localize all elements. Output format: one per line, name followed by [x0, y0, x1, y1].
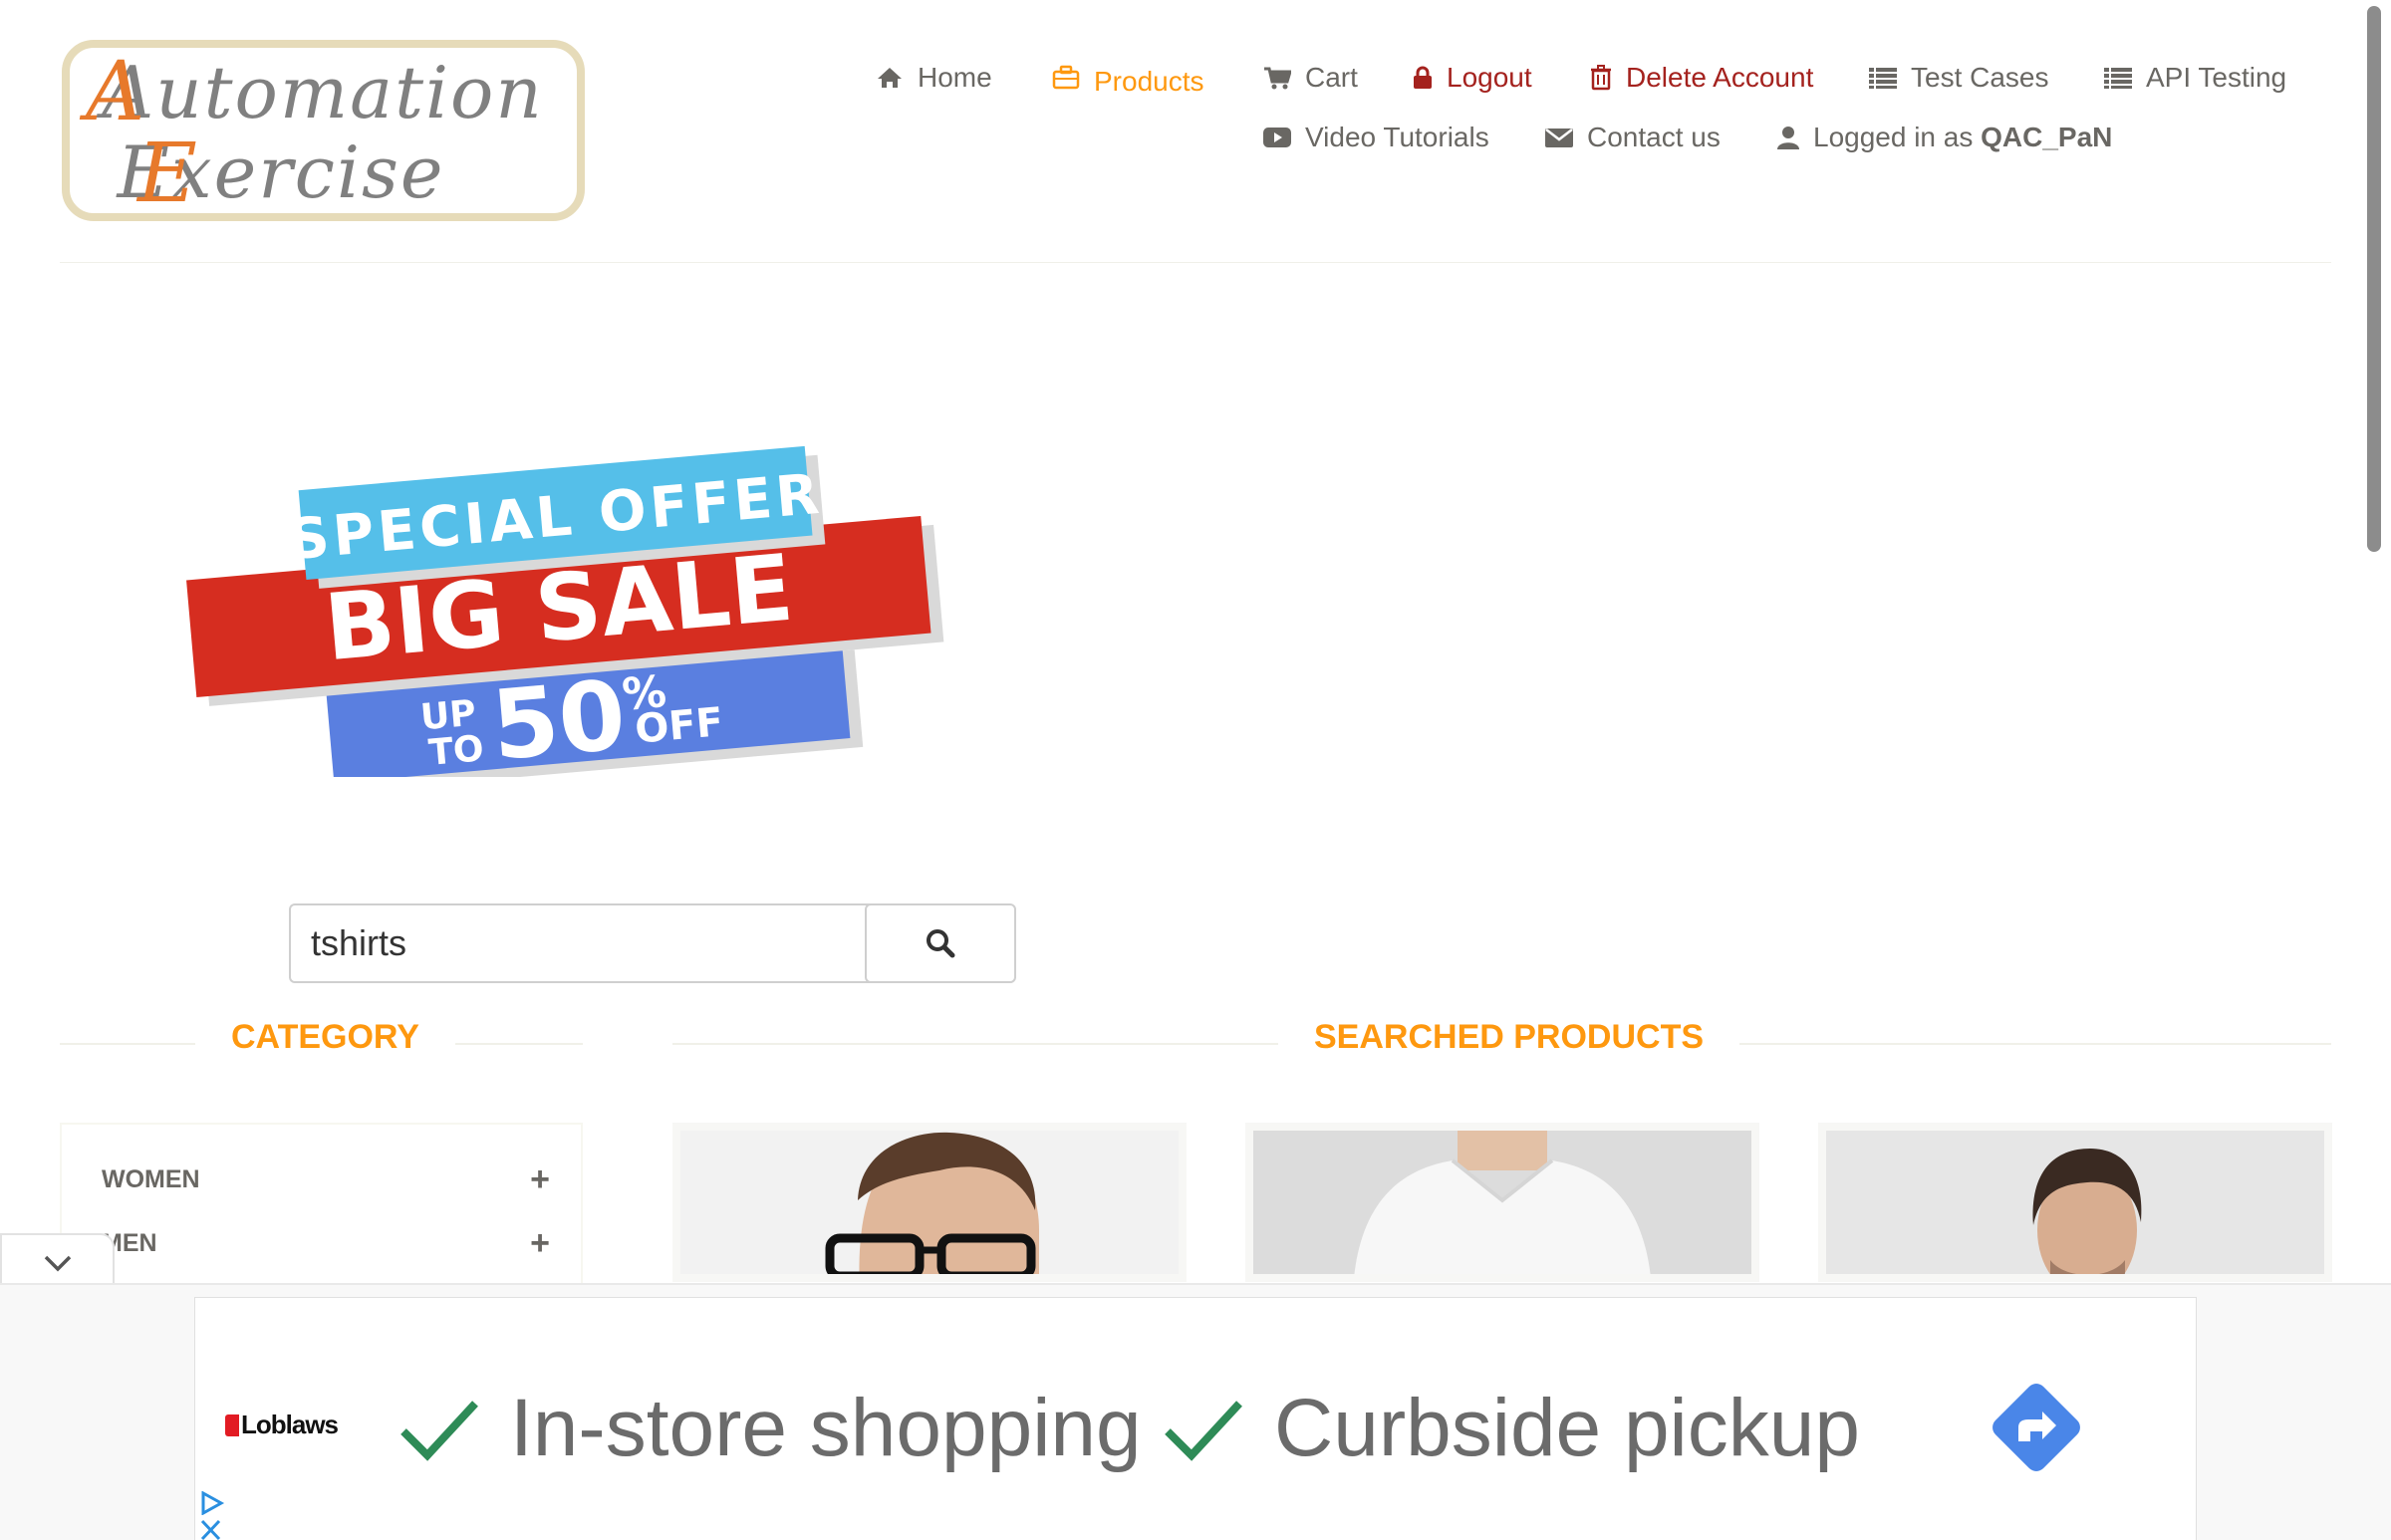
product-card[interactable]: [1245, 1123, 1759, 1282]
directions-arrow-icon[interactable]: [1989, 1380, 2084, 1475]
youtube-icon: [1263, 128, 1291, 147]
check-icon: [400, 1401, 478, 1461]
logged-in-prefix: Logged in as: [1813, 122, 1974, 152]
header-divider: [60, 262, 2331, 263]
product-card[interactable]: [672, 1123, 1187, 1282]
logged-in-username: QAC_PaN: [1981, 122, 2113, 152]
check-icon: [1165, 1401, 1242, 1461]
nav-test-cases[interactable]: Test Cases: [1869, 62, 2049, 94]
nav-cart-label: Cart: [1305, 62, 1358, 93]
briefcase-icon: [1052, 65, 1080, 90]
trash-icon: [1591, 65, 1611, 91]
plus-icon[interactable]: +: [530, 1224, 550, 1263]
nav-contact-us[interactable]: Contact us: [1545, 122, 1721, 153]
lock-icon: [1414, 66, 1432, 89]
nav-api-testing[interactable]: API Testing: [2104, 62, 2286, 94]
sale-banner: SPECIAL OFFER BIG SALE UP TO 50 % OFF: [186, 445, 944, 777]
nav-products[interactable]: Products: [1052, 62, 1204, 97]
nav-cart[interactable]: Cart: [1263, 62, 1358, 94]
search-button[interactable]: [865, 903, 1016, 983]
logo-line1: Automation: [96, 51, 544, 134]
product-image: [1253, 1131, 1751, 1274]
category-title: CATEGORY: [195, 1018, 455, 1057]
cart-icon: [1264, 67, 1291, 90]
logo-initial-e: E: [135, 127, 197, 221]
nav-delete-account[interactable]: Delete Account: [1590, 62, 1813, 94]
ad-frame[interactable]: Loblaws In-store shopping Curbside picku…: [194, 1297, 2197, 1540]
envelope-icon: [1545, 128, 1573, 147]
nav-logout[interactable]: Logout: [1413, 62, 1532, 94]
brand-mark-icon: [225, 1413, 239, 1436]
nav-contact-us-label: Contact us: [1587, 122, 1721, 152]
nav-video-tutorials-label: Video Tutorials: [1305, 122, 1489, 152]
ad-brand-logo: Loblaws: [225, 1410, 339, 1440]
nav-api-testing-label: API Testing: [2146, 62, 2287, 93]
ad-choices-icon[interactable]: [199, 1491, 225, 1515]
user-icon: [1777, 127, 1799, 149]
nav-products-label: Products: [1094, 66, 1204, 97]
nav-home-label: Home: [918, 62, 992, 93]
product-search: [289, 903, 1016, 983]
category-women-label: WOMEN: [102, 1165, 200, 1193]
close-icon[interactable]: [199, 1519, 223, 1540]
home-icon: [878, 68, 902, 88]
searched-products-title: SEARCHED PRODUCTS: [1278, 1018, 1740, 1057]
banner-to: TO: [427, 728, 486, 774]
ad-brand-name: Loblaws: [241, 1410, 339, 1439]
nav-video-tutorials[interactable]: Video Tutorials: [1263, 122, 1489, 153]
banner-percent-value: 50: [487, 659, 630, 777]
ad-bar: Loblaws In-store shopping Curbside picku…: [0, 1283, 2391, 1540]
logged-in-label: Logged in as QAC_PaN: [1813, 122, 2112, 153]
product-image: [680, 1131, 1179, 1274]
site-logo[interactable]: Automation Exercise A E: [62, 40, 585, 221]
category-men[interactable]: MEN +: [102, 1224, 550, 1263]
search-icon: [927, 929, 955, 958]
category-women[interactable]: WOMEN +: [102, 1160, 550, 1199]
search-input[interactable]: [289, 903, 871, 983]
product-image: [1826, 1131, 2324, 1274]
logo-initial-a: A: [79, 45, 144, 139]
banner-off: OFF: [634, 699, 725, 753]
nav-home[interactable]: Home: [876, 62, 992, 94]
nav-delete-account-label: Delete Account: [1626, 62, 1814, 93]
ad-item-curbside: Curbside pickup: [1274, 1383, 1860, 1473]
ad-item-in-store: In-store shopping: [510, 1383, 1142, 1473]
list-icon: [1869, 68, 1897, 89]
product-card[interactable]: [1818, 1123, 2332, 1282]
page-scrollbar[interactable]: [2367, 6, 2381, 552]
nav-logged-in[interactable]: Logged in as QAC_PaN: [1777, 122, 2112, 153]
plus-icon[interactable]: +: [530, 1160, 550, 1199]
chevron-down-icon: [44, 1255, 71, 1272]
list-icon: [2104, 68, 2132, 89]
nav-logout-label: Logout: [1447, 62, 1532, 93]
nav-test-cases-label: Test Cases: [1911, 62, 2049, 93]
